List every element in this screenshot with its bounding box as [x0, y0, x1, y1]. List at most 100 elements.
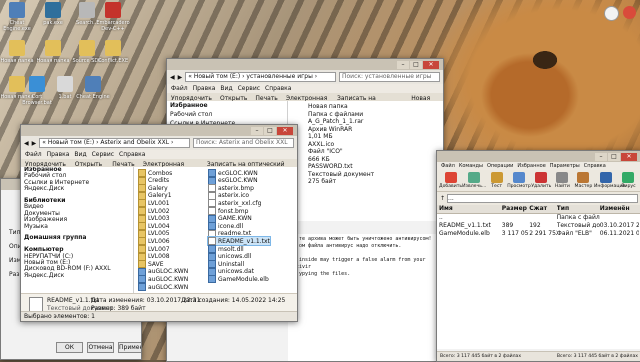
file-name: Credits [148, 177, 170, 185]
up-folder-icon[interactable]: ↑ [440, 195, 445, 202]
menu-item[interactable]: Правка [47, 151, 70, 158]
nav-item[interactable]: Избранное [167, 101, 287, 110]
gadget-icon[interactable] [604, 6, 619, 21]
menu-item[interactable]: Правка [193, 85, 216, 92]
column-title[interactable]: Изменён [600, 205, 639, 213]
toolbar-button[interactable]: Удалить [531, 172, 552, 189]
menu-bar: Файл Команды Операции Избранное Параметры Спр… [437, 162, 640, 170]
back-arrow-icon[interactable]: ◀ [170, 74, 175, 81]
desktop-icon[interactable]: pak.exe [36, 2, 70, 26]
toolbar-button[interactable]: Просмотр [507, 172, 531, 189]
file-name: GameModule.elb [218, 275, 269, 283]
menu-item[interactable]: Файл [25, 151, 42, 158]
text-line: ...те архива может быть уничтожено антив… [290, 236, 432, 242]
close-button[interactable]: ✕ [621, 152, 637, 161]
details-created: Дата создания: 14.05.2022 14:25 [181, 297, 286, 304]
menu-item[interactable]: Вид [74, 151, 86, 158]
desktop-icon-image [45, 40, 61, 56]
cancel-button[interactable]: Отмена [87, 342, 114, 353]
forward-arrow-icon[interactable]: ▶ [178, 74, 183, 81]
desktop-icon-image [45, 2, 61, 18]
archive-row[interactable]: .. Папка с файлами [437, 214, 640, 222]
menu-item[interactable]: Вид [220, 85, 232, 92]
file-list: Combos Credits Galery Galery1 LVL001 LVL002 LV… [134, 167, 297, 293]
archive-cell: Текстовый докум... [556, 222, 600, 229]
toolbar-button[interactable]: Вирус [618, 172, 639, 189]
toolbar-label: Мастер [574, 184, 593, 189]
search-input[interactable]: Поиск: Asterix and Obelix XXL [193, 138, 294, 148]
column-title[interactable]: Сжат [529, 205, 556, 213]
menu-item[interactable]: Справка [584, 163, 606, 169]
file-name: LVL007 [148, 245, 170, 253]
archive-cell: GameModule.elb [439, 230, 490, 237]
desktop-icon-label: Новая папка [0, 58, 34, 64]
ok-button[interactable]: ОК [56, 342, 83, 353]
menu-item[interactable]: Операции [487, 163, 513, 169]
titlebar: – □ ✕ [437, 151, 640, 162]
toolbar-button[interactable]: Мастер [573, 172, 594, 189]
menu-item[interactable]: Справка [265, 85, 291, 92]
file-item[interactable]: GameModule.elb [208, 275, 269, 284]
archive-cell: 389 [501, 222, 514, 229]
nav-item[interactable]: Яндекс.Диск [21, 272, 133, 279]
archive-cell: 3 117 056 [501, 230, 529, 237]
file-name: ecGLOC.KWN [218, 169, 258, 177]
archive-row[interactable]: GameModule.elb 3 117 0562 291 752Файл "EL… [437, 230, 640, 238]
menu-item[interactable]: Справка [119, 151, 145, 158]
yandex-icon[interactable] [623, 6, 636, 19]
toolbar-label: Удалить [531, 184, 552, 189]
maximize-button[interactable]: □ [410, 60, 422, 69]
toolbar-label: Добавить [439, 184, 463, 189]
desktop-icon[interactable]: Новая папка [36, 40, 70, 64]
address-bar[interactable]: « Новый том (E:) › установленные игры › [185, 72, 336, 82]
menu-item[interactable]: Сервис [238, 85, 260, 92]
menu-item[interactable]: Избранное [517, 163, 545, 169]
menu-item[interactable]: Файл [171, 85, 188, 92]
toolbar-button[interactable]: Информация [594, 172, 625, 189]
column-title[interactable]: Тип [557, 205, 600, 213]
maximize-button[interactable]: □ [264, 126, 276, 135]
minimize-button[interactable]: – [397, 60, 409, 69]
desktop-icon[interactable]: Cheat Engine [76, 76, 110, 100]
archive-path[interactable]: ... [447, 194, 638, 203]
menu-item[interactable]: Параметры [550, 163, 580, 169]
desktop-icon[interactable]: Conflict.EXE [96, 40, 130, 64]
minimize-button[interactable]: – [251, 126, 263, 135]
winrar-window: – □ ✕ Файл Команды Операции Избранное Параме… [436, 150, 640, 362]
menu-item[interactable]: Команды [459, 163, 483, 169]
column-title[interactable]: Имя [439, 205, 502, 213]
nav-item[interactable]: Рабочий стол [167, 110, 287, 119]
apply-button[interactable]: Применить [118, 342, 141, 353]
forward-arrow-icon[interactable]: ▶ [32, 140, 37, 147]
archive-cell [502, 214, 529, 222]
address-bar[interactable]: « Новый том (E:) › Asterix and Obelix XX… [39, 138, 190, 148]
toolbar-button[interactable]: Тест [486, 172, 507, 189]
archive-row[interactable]: README_v1.1.txt 389 192 Текстовый докум...0… [437, 222, 640, 230]
menu-item[interactable]: Сервис [92, 151, 114, 158]
text-file-icon [29, 297, 43, 312]
desktop-icon[interactable]: Новая папка [0, 40, 34, 64]
toolbar-button[interactable]: Добавить [439, 172, 462, 189]
file-entry-text: Архив WinRAR [308, 125, 353, 133]
desktop-icon[interactable]: Embarcadero Dev-C++ [96, 2, 130, 32]
file-name: asterix.ico [218, 192, 250, 200]
maximize-button[interactable]: □ [608, 152, 620, 161]
file-item[interactable]: auGLOC.KWN [138, 283, 188, 291]
file-name: LVL004 [148, 222, 170, 230]
close-button[interactable]: ✕ [423, 60, 439, 69]
file-list: Новая папка Папка с файлами A_G_Patch_1_1.… [288, 101, 443, 221]
toolbar-button[interactable]: Найти [552, 172, 573, 189]
desktop-icon[interactable]: Cheat Engine.exe [0, 2, 34, 32]
search-input[interactable]: Поиск: установленные игры [339, 72, 440, 82]
file-entry-text: Текстовый документ [308, 170, 375, 178]
toolbar-label: Вирус [621, 184, 636, 189]
toolbar-button[interactable]: Извлечь... [462, 172, 486, 189]
minimize-button[interactable]: – [595, 152, 607, 161]
desktop-icon-label: Embarcadero Dev-C++ [96, 20, 130, 32]
menu-bar: Файл Правка Вид Сервис Справка [167, 84, 443, 93]
menu-item[interactable]: Файл [441, 163, 455, 169]
column-title[interactable]: Размер [502, 205, 529, 213]
back-arrow-icon[interactable]: ◀ [24, 140, 29, 147]
close-button[interactable]: ✕ [277, 126, 293, 135]
menu-bar: Файл Правка Вид Сервис Справка [21, 150, 297, 159]
